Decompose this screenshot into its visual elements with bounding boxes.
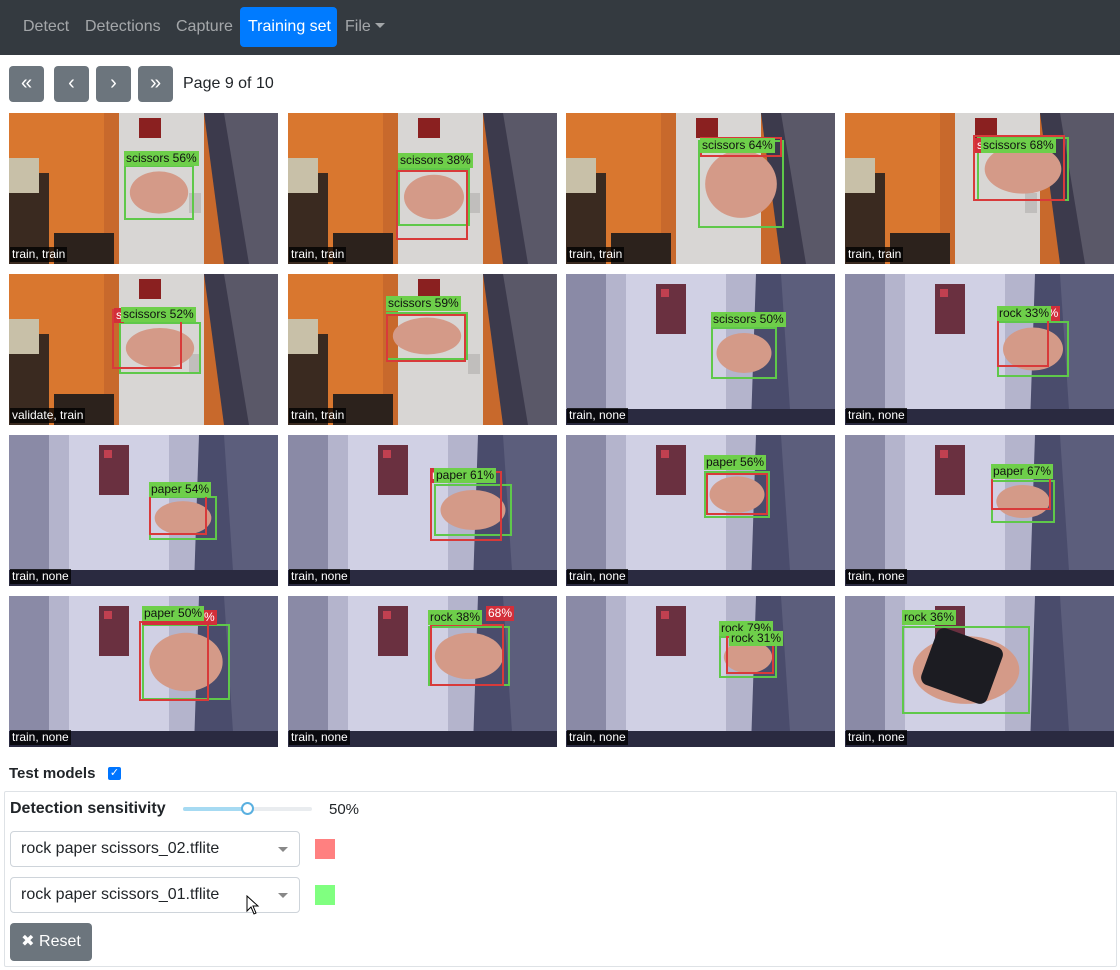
training-image (566, 274, 835, 425)
tile-caption: validate, train (10, 408, 86, 423)
training-image-tile[interactable]: paper 67% train, none (845, 435, 1114, 586)
tile-caption: train, none (10, 569, 71, 584)
training-image (288, 596, 557, 747)
detection-label: rock 31% (729, 631, 784, 646)
training-image-tile[interactable]: scissors 38% train, train (288, 113, 557, 264)
detection-label: rock 33% (997, 306, 1052, 321)
detection-box-model-1 (706, 473, 768, 515)
detection-label: scissors 64% (700, 138, 775, 153)
training-image-tile[interactable]: 7%rock 33%train, none (845, 274, 1114, 425)
caret-down-icon (374, 23, 385, 28)
training-image-tile[interactable]: scissors 56% train, train (9, 113, 278, 264)
detection-label: paper 56% (704, 455, 767, 470)
training-image (566, 435, 835, 586)
tile-caption: train, train (289, 408, 347, 423)
last-page-button[interactable]: » (138, 66, 173, 102)
model-select-1-value: rock paper scissors_02.tflite (21, 840, 220, 857)
sensitivity-label: Detection sensitivity (10, 800, 166, 817)
training-image-tile[interactable]: rock 36% train, none (845, 596, 1114, 747)
first-page-button[interactable]: « (9, 66, 44, 102)
detection-label: scissors 68% (981, 138, 1056, 153)
tile-caption: train, none (846, 408, 907, 423)
training-image-tile[interactable]: paper 54% train, none (9, 435, 278, 586)
detection-label: paper 50% (142, 606, 205, 621)
reset-label: Reset (39, 933, 81, 950)
tile-caption: train, train (846, 247, 904, 262)
detection-box-model-1 (139, 621, 209, 701)
tile-caption: train, train (10, 247, 68, 262)
tile-caption: train, none (846, 569, 907, 584)
detection-box-model-2 (124, 165, 194, 220)
model-select-1[interactable]: rock paper scissors_02.tflite (10, 831, 300, 867)
training-image (845, 274, 1114, 425)
nav-file-dropdown[interactable]: File (337, 7, 393, 47)
tile-caption: train, none (846, 730, 907, 745)
tile-caption: train, train (289, 247, 347, 262)
detection-label: paper 61% (434, 468, 497, 483)
tile-caption: train, none (10, 730, 71, 745)
training-image (566, 596, 835, 747)
chevron-down-icon (278, 847, 288, 852)
training-image-tile[interactable]: scissors 50% train, none (566, 274, 835, 425)
tile-caption: train, none (567, 408, 628, 423)
training-image-tile[interactable]: s scissors 68% train, train (845, 113, 1114, 264)
training-image-tile[interactable]: scissors 59% train, train (288, 274, 557, 425)
detection-label: scissors 50% (711, 312, 786, 327)
chevron-down-icon (278, 893, 288, 898)
detection-box-model-1 (386, 314, 466, 362)
sensitivity-value: 50% (329, 801, 360, 818)
training-image-tile[interactable]: s scissors 52% validate, train (9, 274, 278, 425)
nav-file-label: File (345, 18, 371, 35)
detection-label: rock 36% (902, 610, 957, 625)
prev-page-button[interactable]: ‹ (54, 66, 89, 102)
detection-label: paper 54% (149, 482, 212, 497)
detection-box-model-2 (902, 626, 1030, 714)
detection-label: paper 67% (991, 464, 1054, 479)
tile-caption: train, train (567, 247, 625, 262)
detection-box-model-1 (396, 170, 468, 240)
test-models-checkbox[interactable]: ✓ (108, 767, 121, 780)
nav-capture[interactable]: Capture (168, 7, 241, 47)
training-image-tile[interactable]: rock 79% rock 31% train, none (566, 596, 835, 747)
detection-box-model-1 (430, 624, 504, 686)
detection-label: scissors 56% (124, 151, 199, 166)
test-models-label: Test models (9, 765, 96, 782)
tile-caption: train, none (567, 730, 628, 745)
detection-label: scissors 38% (398, 153, 473, 168)
detection-label: scissors 52% (121, 307, 196, 322)
training-image (9, 435, 278, 586)
mouse-cursor-icon (246, 895, 260, 915)
detection-label: 68% (486, 606, 515, 621)
detection-label: scissors 59% (386, 296, 461, 311)
training-image (845, 435, 1114, 586)
nav-detect[interactable]: Detect (15, 7, 77, 47)
tile-caption: train, none (567, 569, 628, 584)
model-1-color-swatch[interactable] (315, 839, 335, 859)
training-image (288, 435, 557, 586)
next-page-button[interactable]: › (96, 66, 131, 102)
training-image-tile[interactable]: 68% rock 38% train, none (288, 596, 557, 747)
tile-caption: train, none (289, 569, 350, 584)
reset-button[interactable]: ✖ Reset (10, 923, 92, 961)
training-image-tile[interactable]: scissors 31%paper 50%train, none (9, 596, 278, 747)
training-image-tile[interactable]: rpaper 61%train, none (288, 435, 557, 586)
close-icon: ✖ (21, 933, 35, 950)
model-select-2-value: rock paper scissors_01.tflite (21, 886, 220, 903)
tile-caption: train, none (289, 730, 350, 745)
sensitivity-slider-thumb[interactable] (241, 802, 254, 815)
navbar: Detect Detections Capture Training set F… (0, 0, 1120, 55)
training-image-tile[interactable]: paper 56% train, none (566, 435, 835, 586)
page-indicator: Page 9 of 10 (183, 75, 274, 92)
nav-training-set[interactable]: Training set (240, 7, 337, 47)
detection-label: rock 38% (428, 610, 483, 625)
detection-box-model-2 (711, 327, 777, 379)
model-2-color-swatch[interactable] (315, 885, 335, 905)
nav-detections[interactable]: Detections (77, 7, 169, 47)
training-image-tile[interactable]: scissors 64% train, train (566, 113, 835, 264)
sensitivity-slider-fill (183, 807, 247, 811)
